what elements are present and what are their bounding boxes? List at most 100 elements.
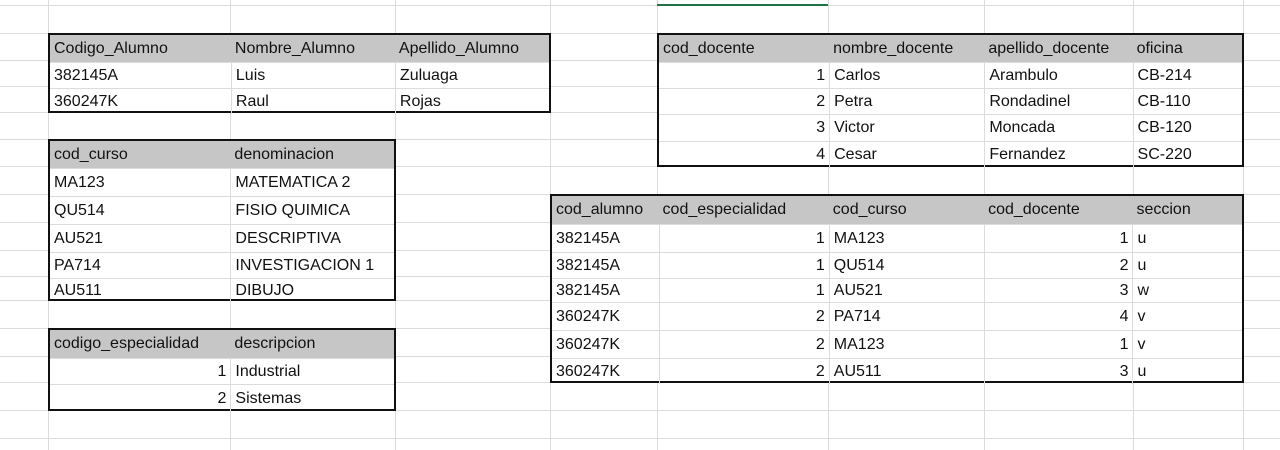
table-cell[interactable]: u bbox=[1132, 225, 1242, 252]
table-cell[interactable]: CB-110 bbox=[1132, 89, 1242, 114]
table-cell[interactable]: MATEMATICA 2 bbox=[230, 169, 394, 196]
table-row: 4 Cesar Fernandez SC-220 bbox=[659, 141, 1242, 168]
table-row: 360247K Raul Rojas bbox=[50, 88, 549, 114]
table-cell[interactable]: Zuluaga bbox=[394, 63, 549, 88]
table-cell[interactable]: QU514 bbox=[50, 197, 230, 224]
table-cell[interactable]: Industrial bbox=[230, 359, 394, 384]
table-alumnos: Codigo_Alumno Nombre_Alumno Apellido_Alumn… bbox=[48, 33, 551, 114]
table-docentes: cod_docente nombre_docente apellido_docent… bbox=[657, 33, 1244, 168]
table-cell[interactable]: 360247K bbox=[552, 359, 659, 384]
column-header[interactable]: cod_especialidad bbox=[659, 196, 829, 224]
table-cell[interactable]: Rondadinel bbox=[984, 89, 1132, 114]
column-header[interactable]: cod_docente bbox=[659, 35, 829, 62]
column-header[interactable]: apellido_docente bbox=[984, 35, 1132, 62]
table-cell[interactable]: w bbox=[1132, 279, 1242, 302]
table-cell[interactable]: 360247K bbox=[50, 89, 231, 114]
table-cell[interactable]: Raul bbox=[230, 89, 395, 114]
column-header[interactable]: nombre_docente bbox=[829, 35, 984, 62]
header-row: Codigo_Alumno Nombre_Alumno Apellido_Alumn… bbox=[50, 35, 549, 62]
table-row: 360247K 2 AU511 3 u bbox=[552, 358, 1242, 384]
table-cell[interactable]: MA123 bbox=[828, 331, 984, 358]
table-cell[interactable]: 2 bbox=[658, 303, 829, 330]
table-cell[interactable]: Rojas bbox=[394, 89, 549, 114]
table-especialidades: codigo_especialidad descripcion 1 Industria… bbox=[48, 328, 396, 412]
table-cell[interactable]: 4 bbox=[659, 142, 829, 168]
table-cell[interactable]: 2 bbox=[658, 331, 829, 358]
table-cell[interactable]: CB-214 bbox=[1132, 63, 1242, 88]
table-cell[interactable]: v bbox=[1132, 331, 1242, 358]
table-cell[interactable]: 1 bbox=[50, 359, 230, 384]
table-cell[interactable]: 1 bbox=[658, 253, 829, 278]
table-cursos: cod_curso denominacion MA123 MATEMATICA 2 QU… bbox=[48, 139, 396, 302]
table-cell[interactable]: 3 bbox=[984, 359, 1132, 384]
table-cell[interactable]: 2 bbox=[50, 385, 230, 412]
table-cell[interactable]: 2 bbox=[658, 359, 829, 384]
table-cell[interactable]: v bbox=[1132, 303, 1242, 330]
table-cell[interactable]: 382145A bbox=[552, 279, 659, 302]
table-row: MA123 MATEMATICA 2 bbox=[50, 168, 394, 196]
column-header[interactable]: oficina bbox=[1133, 35, 1242, 62]
table-cell[interactable]: DIBUJO bbox=[230, 279, 394, 302]
table-cell[interactable]: AU511 bbox=[50, 279, 230, 302]
table-row: 360247K 2 PA714 4 v bbox=[552, 302, 1242, 330]
table-cell[interactable]: INVESTIGACION 1 bbox=[230, 253, 394, 278]
table-cell[interactable]: u bbox=[1132, 359, 1242, 384]
table-cell[interactable]: 382145A bbox=[552, 253, 659, 278]
table-cell[interactable]: 382145A bbox=[552, 225, 659, 252]
table-cell[interactable]: Moncada bbox=[984, 115, 1132, 141]
column-header[interactable]: descripcion bbox=[230, 330, 394, 358]
table-cell[interactable]: 382145A bbox=[50, 63, 231, 88]
column-header[interactable]: cod_alumno bbox=[552, 196, 659, 224]
table-row: 360247K 2 MA123 1 v bbox=[552, 330, 1242, 358]
table-cell[interactable]: Victor bbox=[829, 115, 984, 141]
table-cell[interactable]: MA123 bbox=[828, 225, 984, 252]
row-gridline bbox=[0, 438, 1280, 439]
table-cell[interactable]: 2 bbox=[984, 253, 1132, 278]
table-cell[interactable]: CB-120 bbox=[1132, 115, 1242, 141]
table-cell[interactable]: QU514 bbox=[828, 253, 984, 278]
selected-cell-indicator bbox=[657, 4, 828, 6]
column-header[interactable]: seccion bbox=[1132, 196, 1242, 224]
table-cell[interactable]: PA714 bbox=[50, 253, 230, 278]
table-cell[interactable]: Arambulo bbox=[984, 63, 1132, 88]
table-cell[interactable]: 360247K bbox=[552, 331, 659, 358]
table-cell[interactable]: FISIO QUIMICA bbox=[230, 197, 394, 224]
table-cell[interactable]: PA714 bbox=[828, 303, 984, 330]
table-cell[interactable]: 4 bbox=[984, 303, 1132, 330]
table-cell[interactable]: 1 bbox=[658, 225, 829, 252]
table-cell[interactable]: 1 bbox=[658, 279, 829, 302]
table-matriculas: cod_alumno cod_especialidad cod_curso cod_d… bbox=[550, 194, 1244, 384]
column-header[interactable]: denominacion bbox=[230, 141, 394, 168]
table-cell[interactable]: 1 bbox=[984, 225, 1132, 252]
table-cell[interactable]: 360247K bbox=[552, 303, 659, 330]
table-cell[interactable]: Carlos bbox=[829, 63, 984, 88]
table-cell[interactable]: 1 bbox=[984, 331, 1132, 358]
column-header[interactable]: Codigo_Alumno bbox=[50, 35, 231, 62]
table-cell[interactable]: Fernandez bbox=[984, 142, 1132, 168]
table-cell[interactable]: Sistemas bbox=[230, 385, 394, 412]
table-cell[interactable]: Cesar bbox=[829, 142, 984, 168]
table-cell[interactable]: 3 bbox=[984, 279, 1132, 302]
column-header[interactable]: codigo_especialidad bbox=[50, 330, 230, 358]
table-cell[interactable]: AU511 bbox=[828, 359, 984, 384]
table-cell[interactable]: Luis bbox=[230, 63, 395, 88]
table-cell[interactable]: DESCRIPTIVA bbox=[230, 225, 394, 252]
column-header[interactable]: cod_curso bbox=[50, 141, 230, 168]
table-cell[interactable]: 2 bbox=[659, 89, 829, 114]
table-cell[interactable]: 3 bbox=[659, 115, 829, 141]
table-row: 382145A 1 QU514 2 u bbox=[552, 252, 1242, 278]
row-gridline bbox=[0, 5, 1280, 6]
table-row: 1 Industrial bbox=[50, 358, 394, 384]
table-cell[interactable]: AU521 bbox=[50, 225, 230, 252]
table-cell[interactable]: MA123 bbox=[50, 169, 230, 196]
column-header[interactable]: cod_curso bbox=[829, 196, 984, 224]
column-header[interactable]: Nombre_Alumno bbox=[231, 35, 395, 62]
table-cell[interactable]: SC-220 bbox=[1132, 142, 1242, 168]
table-cell[interactable]: AU521 bbox=[828, 279, 984, 302]
header-row: cod_docente nombre_docente apellido_docent… bbox=[659, 35, 1242, 62]
table-cell[interactable]: Petra bbox=[829, 89, 984, 114]
column-header[interactable]: Apellido_Alumno bbox=[395, 35, 549, 62]
table-cell[interactable]: 1 bbox=[659, 63, 829, 88]
table-cell[interactable]: u bbox=[1132, 253, 1242, 278]
column-header[interactable]: cod_docente bbox=[984, 196, 1132, 224]
